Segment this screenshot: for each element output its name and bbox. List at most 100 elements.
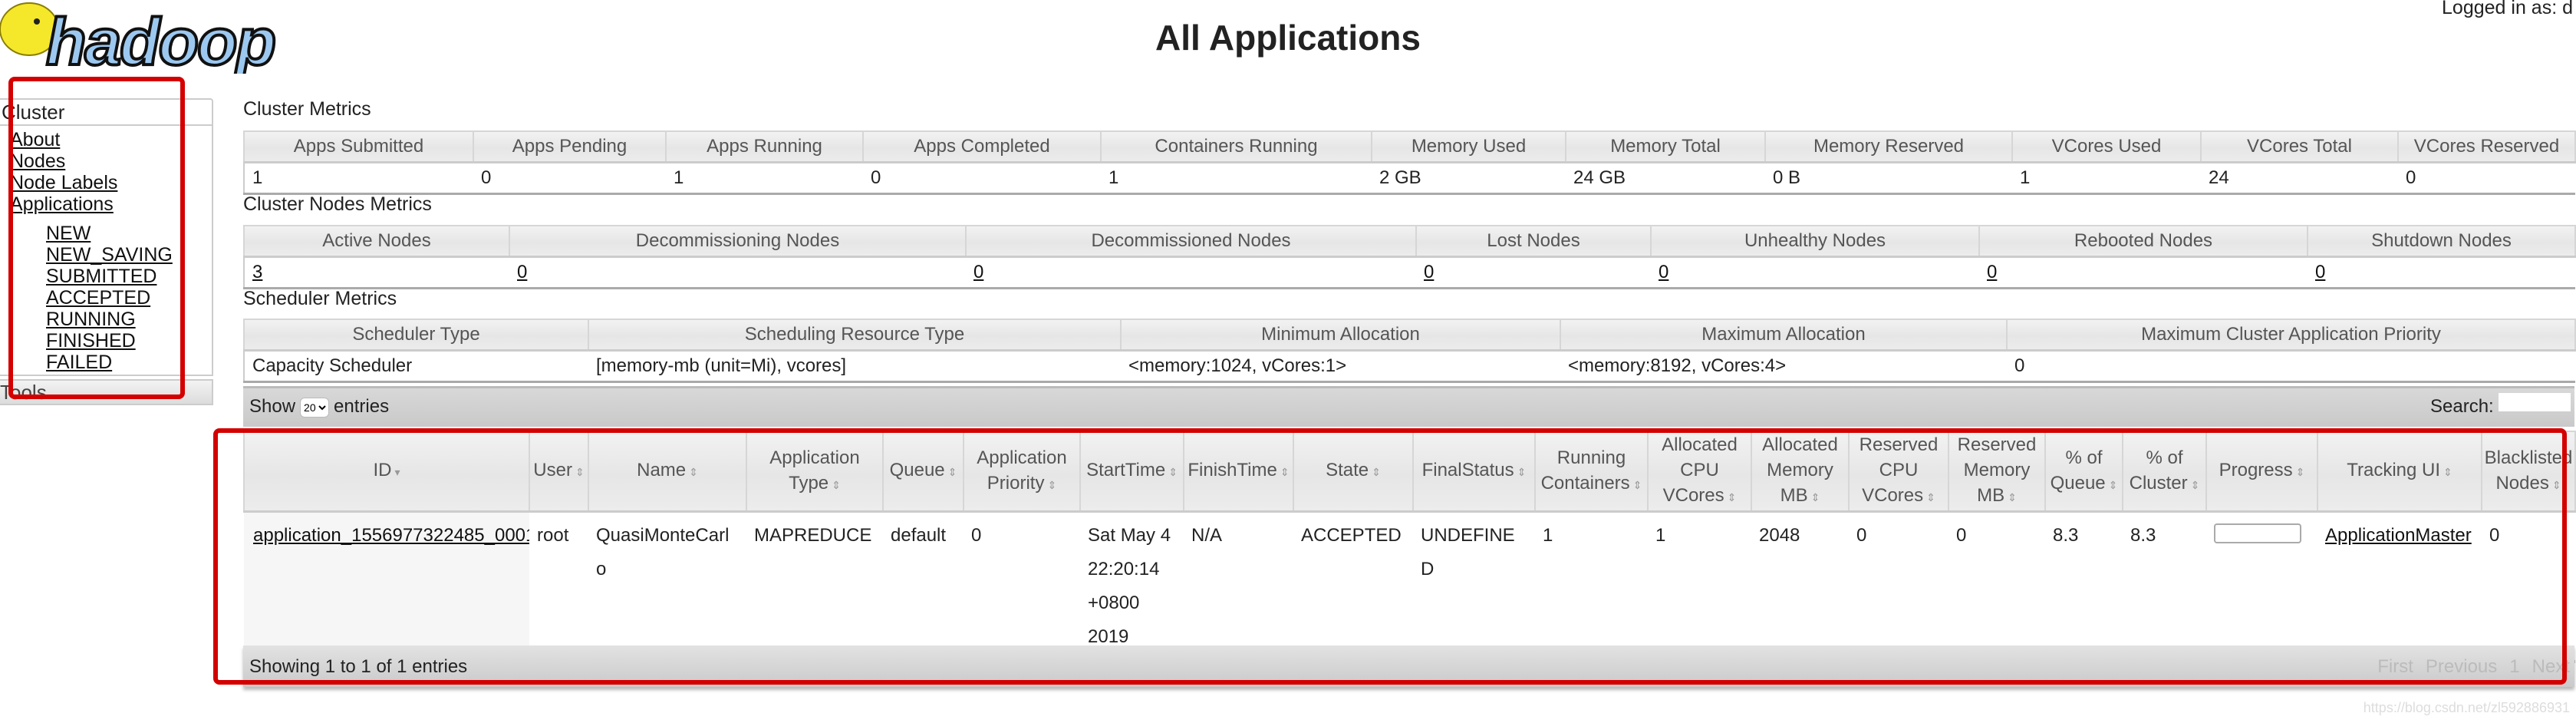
sidebar-link-node-labels[interactable]: Node Labels [10,172,117,193]
value-decommissioning-nodes: 0 [509,256,966,289]
sidebar-link-nodes[interactable]: Nodes [10,150,65,172]
pagination: First Previous 1 Next [2365,656,2570,678]
sort-icon: ⇕ [689,466,698,478]
column-running-containers[interactable]: Running Containers ⇕ [1534,431,1649,513]
header-lost-nodes: Lost Nodes [1415,225,1652,258]
metric-link[interactable]: 0 [973,262,983,282]
column-tracking-ui[interactable]: Tracking UI ⇕ [2317,431,2482,513]
column-user[interactable]: User ⇕ [529,431,589,513]
metric-link[interactable]: 3 [252,262,262,282]
application-id-link[interactable]: application_1556977322485_0001 [253,525,529,546]
metric-link[interactable]: 0 [1424,262,1434,282]
metric-value: 1 [252,167,263,188]
sidebar-link-new[interactable]: NEW [46,223,91,244]
cell-application-priority: 0 [964,511,1080,663]
sidebar-cluster-header[interactable]: Cluster [0,98,213,126]
cell-queue: default [883,511,964,663]
first-page-button[interactable]: First [2377,656,2413,677]
column-application-type[interactable]: Application Type ⇕ [746,431,884,513]
cell-starttime: Sat May 4 22:20:14 +0800 2019 [1080,511,1184,663]
column-queue[interactable]: Queue ⇕ [882,431,964,513]
header-apps-running: Apps Running [665,130,864,163]
metric-value: 24 [2209,167,2229,188]
column-name[interactable]: Name ⇕ [588,431,747,513]
value-apps-submitted: 1 [244,162,473,195]
scheduler-metrics-table: Scheduler Type Scheduling Resource Type Mi… [243,319,2576,383]
previous-page-button[interactable]: Previous [2426,656,2497,677]
metric-link[interactable]: 0 [1987,262,1997,282]
metric-link[interactable]: 0 [517,262,527,282]
header-vcores-total: VCores Total [2200,130,2399,163]
sort-icon: ⇕ [947,466,957,478]
column-application-priority[interactable]: Application Priority ⇕ [963,431,1081,513]
value-memory-reserved: 0 B [1765,162,2012,195]
header-scheduling-resource-type: Scheduling Resource Type [588,319,1122,352]
applications-table: ID ▾ User ⇕ Name ⇕ Application Type ⇕ Queue ⇕ Appl… [243,431,2576,663]
metric-link[interactable]: 0 [2315,262,2325,282]
sort-icon: ⇕ [1047,478,1057,491]
column-allocated-cpu-vcores[interactable]: Allocated CPU VCores ⇕ [1647,431,1752,513]
column-starttime[interactable]: StartTime ⇕ [1079,431,1184,513]
header-apps-completed: Apps Completed [862,130,1102,163]
header-maximum-allocation: Maximum Allocation [1560,319,2008,352]
table-controls: Show 20 entries Search: [243,386,2574,427]
header-decommissioned-nodes: Decommissioned Nodes [965,225,1417,258]
value-vcores-reserved: 0 [2398,162,2575,195]
sort-desc-icon: ▾ [394,466,400,478]
column-finishtime[interactable]: FinishTime ⇕ [1183,431,1294,513]
sidebar-link-about[interactable]: About [10,129,60,150]
cell-of-queue: 8.3 [2045,511,2123,663]
column-allocated-memory-mb[interactable]: Allocated Memory MB ⇕ [1751,431,1850,513]
column-id[interactable]: ID ▾ [243,431,530,513]
sidebar-link-running[interactable]: RUNNING [46,309,136,330]
sidebar-link-accepted[interactable]: ACCEPTED [46,287,150,309]
column-of-cluster[interactable]: % of Cluster ⇕ [2122,431,2207,513]
header-maximum-cluster-application-priority: Maximum Cluster Application Priority [2006,319,2576,352]
search-label: Search: [2430,396,2494,417]
column-reserved-cpu-vcores[interactable]: Reserved CPU VCores ⇕ [1848,431,1949,513]
sidebar-link-finished[interactable]: FINISHED [46,330,136,352]
metric-link[interactable]: 0 [1659,262,1668,282]
login-status: Logged in as: d [2442,0,2573,18]
column-finalstatus[interactable]: FinalStatus ⇕ [1412,431,1536,513]
cell-reserved-memory-mb: 0 [1948,511,2045,663]
sort-icon: ⇕ [1168,466,1178,478]
tracking-ui-link[interactable]: ApplicationMaster [2325,525,2472,546]
page-size-select[interactable]: 20 [300,397,330,418]
sidebar-link-applications[interactable]: Applications [10,193,114,215]
cell-blacklisted-nodes: 0 [2482,511,2575,663]
metric-value: 0 [871,167,881,188]
header-memory-total: Memory Total [1565,130,1766,163]
sidebar-link-new-saving[interactable]: NEW_SAVING [46,244,173,266]
search-input[interactable] [2499,393,2571,411]
metric-value: <memory:1024, vCores:1> [1128,355,1347,376]
header-unhealthy-nodes: Unhealthy Nodes [1650,225,1980,258]
metric-value: 1 [2020,167,2031,188]
value-maximum-allocation: <memory:8192, vCores:4> [1560,350,2007,383]
metric-value: Capacity Scheduler [252,355,413,376]
table-footer: Showing 1 to 1 of 1 entries First Previou… [243,645,2574,687]
next-page-button[interactable]: Next [2532,656,2570,677]
metric-value: 1 [674,167,684,188]
sidebar-tools-header[interactable]: Tools [0,379,213,405]
column-blacklisted-nodes[interactable]: Blacklisted Nodes ⇕ [2481,431,2576,513]
sidebar-link-failed[interactable]: FAILED [46,352,112,373]
page-1-button[interactable]: 1 [2509,656,2519,677]
header-decommissioning-nodes: Decommissioning Nodes [509,225,967,258]
column-of-queue[interactable]: % of Queue ⇕ [2044,431,2123,513]
metric-value: 0 [2406,167,2416,188]
cell-name: QuasiMonteCarlo [588,511,746,663]
cell-user: root [529,511,588,663]
cell-finalstatus: UNDEFINED [1413,511,1535,663]
sort-icon: ⇕ [1632,478,1642,491]
value-vcores-total: 24 [2201,162,2398,195]
column-state[interactable]: State ⇕ [1293,431,1414,513]
header-memory-used: Memory Used [1371,130,1566,163]
page-title: All Applications [1155,18,1421,58]
sort-icon: ⇕ [1517,466,1527,478]
cell-allocated-memory-mb: 2048 [1751,511,1849,663]
table-row: application_1556977322485_0001 root QuasiM… [244,511,2575,663]
column-progress[interactable]: Progress ⇕ [2205,431,2318,513]
column-reserved-memory-mb[interactable]: Reserved Memory MB ⇕ [1948,431,2046,513]
sidebar-link-submitted[interactable]: SUBMITTED [46,266,156,287]
